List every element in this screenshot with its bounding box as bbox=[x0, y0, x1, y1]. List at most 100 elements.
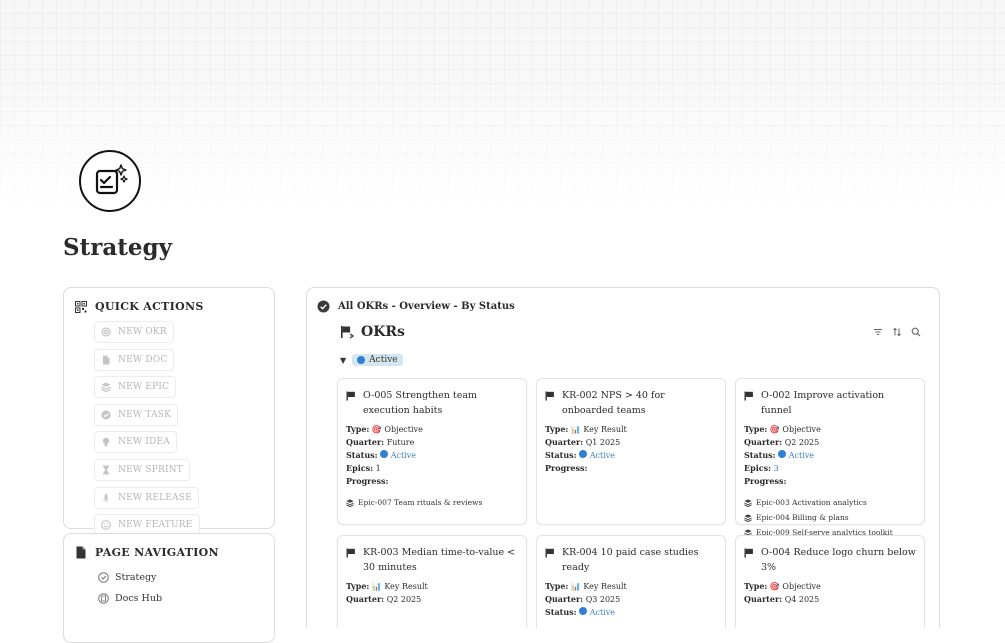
card-epic-list: Epic-007 Team rituals & reviews bbox=[346, 495, 518, 510]
flag-icon bbox=[545, 548, 554, 558]
database-title[interactable]: OKRs bbox=[340, 324, 405, 340]
status-group-header: ▼ Active bbox=[340, 354, 403, 366]
card-prop-type: Type: 🎯 Objective bbox=[346, 424, 423, 434]
sort-icon bbox=[893, 327, 901, 337]
collapse-toggle-icon[interactable]: ▼ bbox=[340, 356, 346, 365]
smile-icon bbox=[101, 520, 111, 531]
new-release-button[interactable]: NEW RELEASE bbox=[94, 486, 199, 509]
card-prop-progress: Progress: bbox=[744, 476, 787, 486]
filter-icon bbox=[874, 329, 882, 335]
flag-icon bbox=[744, 548, 753, 558]
okr-card[interactable]: KR-004 10 paid case studies ready Type: … bbox=[536, 535, 726, 628]
stack-icon bbox=[744, 513, 752, 522]
new-sprint-button[interactable]: NEW SPRINT bbox=[94, 458, 190, 481]
okr-card[interactable]: KR-003 Median time-to-value < 30 minutes… bbox=[337, 535, 527, 628]
okr-board-panel: All OKRs - Overview - By Status OKRs ▼ A… bbox=[306, 287, 940, 628]
card-prop-status: Status: Active bbox=[346, 450, 417, 460]
rocket-icon bbox=[103, 492, 109, 503]
strategy-icon bbox=[98, 572, 109, 583]
card-prop-quarter: Quarter: Q3 2025 bbox=[545, 594, 621, 604]
search-button[interactable] bbox=[911, 327, 921, 337]
status-group-pill: Active bbox=[352, 354, 403, 366]
target-icon bbox=[101, 327, 111, 337]
new-okr-button[interactable]: NEW OKR bbox=[94, 321, 174, 343]
flag-icon bbox=[744, 391, 753, 401]
cover-image bbox=[0, 0, 1005, 210]
card-prop-quarter: Quarter: Q2 2025 bbox=[744, 437, 820, 447]
card-title: KR-003 Median time-to-value < 30 minutes bbox=[346, 545, 518, 575]
card-title: KR-004 10 paid case studies ready bbox=[545, 545, 717, 575]
filter-button[interactable] bbox=[873, 327, 883, 337]
card-prop-epics: Epics: 3 bbox=[744, 463, 779, 473]
stack-icon bbox=[346, 498, 354, 507]
sort-button[interactable] bbox=[892, 327, 902, 337]
okr-card[interactable]: O-002 Improve activation funnel Type: 🎯 … bbox=[735, 378, 925, 537]
card-prop-progress: Progress: bbox=[545, 463, 588, 473]
status-dot-icon bbox=[380, 450, 389, 458]
new-task-button[interactable]: NEW TASK bbox=[94, 403, 179, 426]
page-navigation-header: PAGE NAVIGATION bbox=[75, 546, 219, 559]
search-icon bbox=[911, 327, 921, 337]
qr-grid-icon bbox=[75, 300, 87, 313]
nav-item-strategy[interactable]: Strategy bbox=[98, 567, 162, 588]
status-dot-icon bbox=[357, 356, 366, 364]
nav-item-docs-hub[interactable]: Docs Hub bbox=[98, 588, 162, 609]
card-prop-quarter: Quarter: Q4 2025 bbox=[744, 594, 820, 604]
view-header[interactable]: All OKRs - Overview - By Status bbox=[317, 300, 515, 313]
page-navigation-panel: PAGE NAVIGATION Strategy Docs Hub bbox=[63, 533, 275, 643]
new-epic-button[interactable]: NEW EPIC bbox=[94, 376, 177, 399]
quick-actions-list: NEW OKR NEW DOC NEW EPIC NEW TASK NEW ID… bbox=[94, 321, 200, 542]
card-title: O-002 Improve activation funnel bbox=[744, 388, 916, 418]
lightbulb-icon bbox=[102, 438, 110, 447]
card-prop-progress: Progress: bbox=[346, 476, 389, 486]
hourglass-icon bbox=[103, 465, 109, 475]
epic-link[interactable]: Epic-004 Billing & plans bbox=[744, 510, 916, 525]
card-prop-type: Type: 🎯 Objective bbox=[744, 424, 821, 434]
okr-card[interactable]: KR-002 NPS > 40 for onboarded teams Type… bbox=[536, 378, 726, 525]
card-prop-quarter: Quarter: Q1 2025 bbox=[545, 437, 621, 447]
check-circle-icon bbox=[317, 300, 330, 313]
card-prop-type: Type: 🎯 Objective bbox=[744, 581, 821, 591]
stack-icon bbox=[101, 382, 111, 393]
card-prop-epics: Epics: 1 bbox=[346, 463, 381, 473]
epic-link[interactable]: Epic-003 Activation analytics bbox=[744, 495, 916, 510]
page-icon[interactable] bbox=[79, 150, 141, 212]
new-doc-button[interactable]: NEW DOC bbox=[94, 348, 175, 371]
quick-actions-heading: QUICK ACTIONS bbox=[95, 300, 204, 313]
status-dot-icon bbox=[778, 450, 787, 458]
checklist-sparkle-icon bbox=[95, 164, 128, 195]
card-prop-type: Type: 📊 Key Result bbox=[346, 581, 428, 591]
database-toolbar bbox=[873, 327, 921, 337]
quick-actions-header: QUICK ACTIONS bbox=[75, 300, 204, 313]
card-prop-quarter: Quarter: Future bbox=[346, 437, 415, 447]
flag-arrow-icon bbox=[341, 326, 355, 339]
card-prop-status: Status: Active bbox=[545, 450, 616, 460]
flag-icon bbox=[545, 391, 554, 401]
card-prop-type: Type: 📊 Key Result bbox=[545, 424, 627, 434]
card-prop-status: Status: Active bbox=[545, 607, 616, 617]
document-icon bbox=[76, 546, 86, 559]
card-title: KR-002 NPS > 40 for onboarded teams bbox=[545, 388, 717, 418]
status-dot-icon bbox=[579, 607, 588, 615]
card-title: O-005 Strengthen team execution habits bbox=[346, 388, 518, 418]
flag-icon bbox=[346, 548, 355, 558]
view-label: All OKRs - Overview - By Status bbox=[338, 301, 515, 312]
card-prop-type: Type: 📊 Key Result bbox=[545, 581, 627, 591]
quick-actions-panel: QUICK ACTIONS NEW OKR NEW DOC NEW EPIC N… bbox=[63, 287, 275, 537]
page-navigation-list: Strategy Docs Hub bbox=[98, 567, 162, 609]
okr-card[interactable]: O-005 Strengthen team execution habits T… bbox=[337, 378, 527, 525]
docs-hub-icon bbox=[98, 593, 109, 604]
check-circle-icon bbox=[101, 410, 111, 420]
new-idea-button[interactable]: NEW IDEA bbox=[94, 431, 177, 454]
page-navigation-heading: PAGE NAVIGATION bbox=[95, 546, 219, 559]
card-title: O-004 Reduce logo churn below 3% bbox=[744, 545, 916, 575]
stack-icon bbox=[744, 498, 752, 507]
card-epic-list: Epic-003 Activation analytics Epic-004 B… bbox=[744, 495, 916, 540]
epic-link[interactable]: Epic-007 Team rituals & reviews bbox=[346, 495, 518, 510]
document-icon bbox=[103, 355, 110, 365]
okr-card[interactable]: O-004 Reduce logo churn below 3% Type: 🎯… bbox=[735, 535, 925, 628]
status-dot-icon bbox=[579, 450, 588, 458]
card-prop-status: Status: Active bbox=[744, 450, 815, 460]
card-prop-quarter: Quarter: Q2 2025 bbox=[346, 594, 422, 604]
flag-icon bbox=[346, 391, 355, 401]
